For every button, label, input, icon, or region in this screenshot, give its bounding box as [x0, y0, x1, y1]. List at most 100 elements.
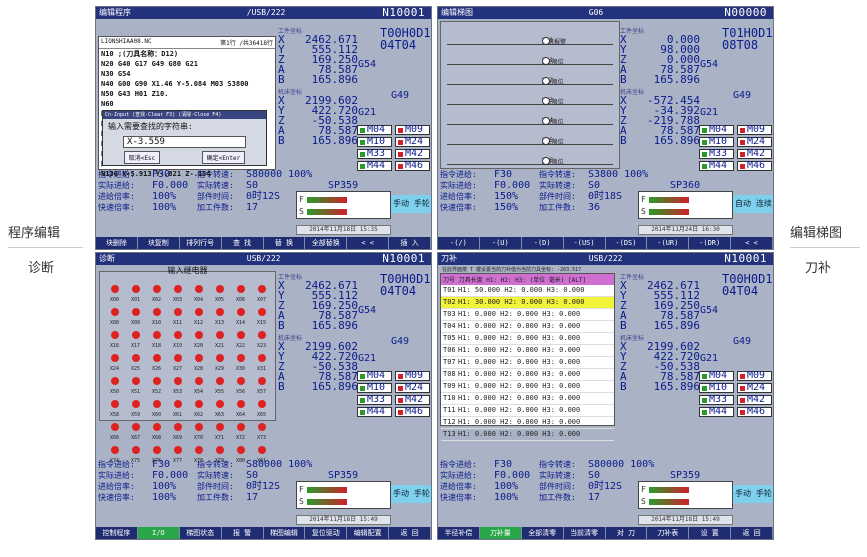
- lamp-icon: [152, 446, 161, 454]
- softkey[interactable]: 全部清零: [522, 527, 564, 539]
- softkey[interactable]: 查 找: [222, 237, 264, 249]
- table-row[interactable]: T12 H1: 0.000 H2: 0.000 H3: 0.000: [441, 417, 614, 429]
- ladder-rung[interactable]: Y正限位Y03: [447, 97, 613, 106]
- softkey[interactable]: -(DR): [689, 237, 732, 249]
- status-row: 实际进给: F0.000 实际转速: S0: [98, 180, 312, 191]
- softkey[interactable]: -(UR): [647, 237, 690, 249]
- date-time: 2014年11月18日 15:49: [296, 515, 391, 525]
- tool-offset-table[interactable]: 刀号 刀具长度 H1: H2: H3: (单位 毫米) [ALT] T01 H1: …: [440, 273, 615, 441]
- softkey[interactable]: < <: [731, 237, 773, 249]
- spindle-bar: [649, 209, 689, 215]
- table-row[interactable]: T02 H1: 30.000 H2: 0.000 H3: 0.000: [441, 297, 614, 309]
- softkey[interactable]: 返 回: [731, 527, 773, 539]
- softkey[interactable]: 半径补偿: [438, 527, 480, 539]
- ladder-diagram[interactable]: 系统报警Y00 X正限位Y01 X负限位Y02 Y正限位Y03 Y负限位Y04 Z正限位Y…: [440, 21, 620, 169]
- lamp-icon: [215, 377, 224, 385]
- file-path: /USB/222: [246, 8, 286, 17]
- date-time: 2014年11月18日 15:35: [296, 225, 391, 235]
- table-row[interactable]: T08 H1: 0.000 H2: 0.000 H3: 0.000: [441, 369, 614, 381]
- softkey[interactable]: 报 警: [222, 527, 264, 539]
- spindle-number: SP360: [670, 180, 701, 191]
- softkey[interactable]: 刀补量: [479, 527, 522, 539]
- program-line[interactable]: N40 G00 G90 X1.46 Y-5.084 M03 S3800: [99, 79, 275, 89]
- offset-values: H1: 30.000 H2: 0.000 H3: 0.000: [458, 298, 585, 306]
- m-code-indicator: M33: [357, 149, 392, 159]
- ladder-rung[interactable]: 系统报警Y00: [447, 37, 613, 46]
- softkey[interactable]: 编辑配置: [347, 527, 390, 539]
- panel-tool-offset: 刀补 USB/222 N10001 工件坐标 X 2462.671 Y 555.112 Z 169…: [437, 252, 774, 540]
- softkey[interactable]: 全部替换: [305, 237, 348, 249]
- program-line[interactable]: N20 G40 G17 G49 G80 G21: [99, 59, 275, 69]
- softkey[interactable]: < <: [347, 237, 390, 249]
- table-row[interactable]: T04 H1: 0.000 H2: 0.000 H3: 0.000: [441, 321, 614, 333]
- softkey[interactable]: 当前清零: [564, 527, 606, 539]
- spindle-bar: [649, 499, 689, 505]
- softkey[interactable]: -(DS): [606, 237, 648, 249]
- table-row[interactable]: T06 H1: 0.000 H2: 0.000 H3: 0.000: [441, 345, 614, 357]
- softkey[interactable]: 排列行号: [180, 237, 222, 249]
- g-code-g49: G49: [733, 90, 752, 101]
- ladder-rung[interactable]: Z负限位Y06: [447, 157, 613, 166]
- softkey[interactable]: 控制程序: [96, 527, 138, 539]
- relay-lamp: X78: [188, 439, 209, 464]
- feed-bar: [649, 487, 689, 493]
- relay-lamp: X04: [188, 278, 209, 303]
- dialog-prompt: 输入需要查找的字符串:: [108, 122, 193, 131]
- softkey[interactable]: 设 置: [689, 527, 732, 539]
- ladder-rung[interactable]: X负限位Y02: [447, 77, 613, 86]
- table-row[interactable]: T11 H1: 0.000 H2: 0.000 H3: 0.000: [441, 405, 614, 417]
- lamp-label: X78: [193, 458, 204, 464]
- find-input[interactable]: X-3.559: [123, 136, 246, 148]
- program-line[interactable]: N50 G43 H01 Z10.: [99, 89, 275, 99]
- softkey[interactable]: 梯图状态: [180, 527, 222, 539]
- lamp-label: X74: [109, 458, 120, 464]
- softkey[interactable]: I/O: [137, 527, 180, 539]
- relay-lamp: X09: [125, 301, 146, 326]
- relay-lamp: X14: [230, 301, 251, 326]
- program-line[interactable]: N30 G54: [99, 69, 275, 79]
- table-row[interactable]: T05 H1: 0.000 H2: 0.000 H3: 0.000: [441, 333, 614, 345]
- table-row[interactable]: T03 H1: 0.000 H2: 0.000 H3: 0.000: [441, 309, 614, 321]
- softkey[interactable]: -(D): [522, 237, 564, 249]
- program-line[interactable]: N60: [99, 99, 275, 109]
- lamp-label: X77: [172, 458, 183, 464]
- status-label: 加工件数:: [197, 493, 234, 502]
- load-gauge: FS: [638, 191, 733, 219]
- softkey[interactable]: -(/): [438, 237, 480, 249]
- lamp-icon: [152, 308, 161, 316]
- table-row[interactable]: T01 H1: 50.000 H2: 0.000 H3: 0.000: [441, 285, 614, 297]
- ok-button[interactable]: 确定<Enter: [201, 151, 246, 164]
- softkey[interactable]: 对 刀: [606, 527, 648, 539]
- lamp-icon: [236, 400, 245, 408]
- table-row[interactable]: T07 H1: 0.000 H2: 0.000 H3: 0.000: [441, 357, 614, 369]
- lamp-icon: [152, 400, 161, 408]
- softkey[interactable]: 块复制: [138, 237, 180, 249]
- softkey[interactable]: 插 入: [389, 237, 431, 249]
- table-row[interactable]: T13 H1: 0.000 H2: 0.000 H3: 0.000: [441, 429, 614, 441]
- softkey[interactable]: 梯图编辑: [264, 527, 306, 539]
- ladder-rung[interactable]: X正限位Y01: [447, 57, 613, 66]
- softkey[interactable]: 返 回: [389, 527, 431, 539]
- program-editor[interactable]: LIONSHIAA08.NC 第1行 /共36418行 N10 ;(刀具名称：D12…: [98, 36, 276, 178]
- program-line[interactable]: N10 ;(刀具名称：D12): [99, 49, 275, 59]
- m-code-indicator: M10: [699, 137, 734, 147]
- axis-name: B: [278, 319, 285, 332]
- lamp-icon: [173, 446, 182, 454]
- status-value: 0时12S: [246, 481, 281, 492]
- table-row[interactable]: T09 H1: 0.000 H2: 0.000 H3: 0.000: [441, 381, 614, 393]
- relay-lamp: X01: [125, 278, 146, 303]
- softkey[interactable]: -(U): [480, 237, 522, 249]
- tool-number: T09: [443, 382, 456, 390]
- softkey[interactable]: 复位驱动: [305, 527, 348, 539]
- ladder-rung[interactable]: Z正限位Y05: [447, 137, 613, 146]
- lamp-icon: [152, 354, 161, 362]
- softkey[interactable]: -(US): [564, 237, 606, 249]
- softkey[interactable]: 刀补表: [647, 527, 690, 539]
- softkey[interactable]: 块删除: [96, 237, 138, 249]
- softkey[interactable]: 替 换: [264, 237, 306, 249]
- lamp-icon: [194, 423, 203, 431]
- table-row[interactable]: T10 H1: 0.000 H2: 0.000 H3: 0.000: [441, 393, 614, 405]
- ladder-rung[interactable]: Y负限位Y04: [447, 117, 613, 126]
- cancel-button[interactable]: 取消<Esc: [123, 151, 161, 164]
- program-line[interactable]: N130 X-5.913 Y-.821 Z-.154: [99, 169, 275, 179]
